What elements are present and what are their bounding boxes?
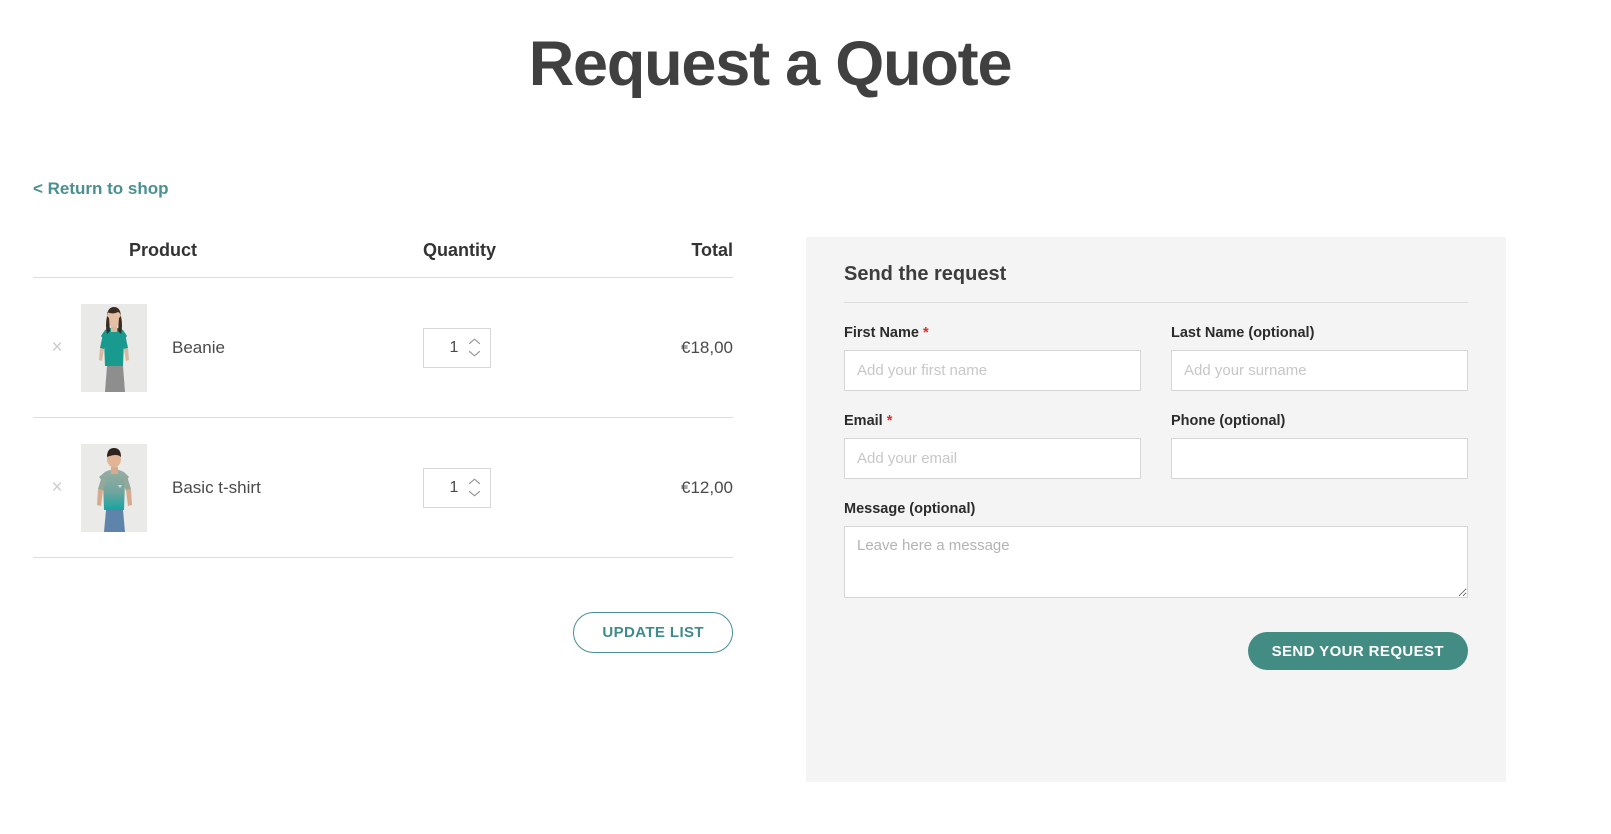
- quantity-cell: 1: [423, 327, 583, 368]
- product-name[interactable]: Beanie: [147, 338, 423, 358]
- column-header-total: Total: [691, 240, 733, 260]
- product-name[interactable]: Basic t-shirt: [147, 478, 423, 498]
- quantity-cell: 1: [423, 467, 583, 508]
- panel-divider: [844, 302, 1468, 303]
- first-name-label: First Name *: [844, 325, 1141, 341]
- submit-button-wrap: SEND YOUR REQUEST: [844, 632, 1468, 670]
- first-name-label-text: First Name: [844, 325, 919, 341]
- table-row: ×: [33, 418, 733, 558]
- remove-item-cell: ×: [33, 478, 81, 498]
- quantity-stepper[interactable]: 1: [423, 327, 491, 368]
- quantity-stepper[interactable]: 1: [423, 467, 491, 508]
- column-header-product: Product: [129, 240, 198, 260]
- line-total: €12,00: [681, 477, 733, 497]
- contact-field-row: Email * Phone (optional): [844, 413, 1468, 479]
- phone-field: Phone (optional): [1171, 413, 1468, 479]
- first-name-field: First Name *: [844, 325, 1141, 391]
- table-header-row: Product Quantity Total: [33, 240, 733, 278]
- last-name-label: Last Name (optional): [1171, 325, 1315, 341]
- last-name-field: Last Name (optional): [1171, 325, 1468, 391]
- chevron-up-icon: [468, 338, 481, 345]
- send-request-panel: Send the request First Name * Last Name …: [806, 237, 1506, 782]
- message-label: Message (optional): [844, 501, 976, 517]
- quote-list-table: Product Quantity Total × Beanie 1 €18,00…: [33, 240, 733, 558]
- last-name-input[interactable]: [1171, 350, 1468, 391]
- product-image[interactable]: [81, 443, 147, 532]
- email-field: Email *: [844, 413, 1141, 479]
- chevron-up-icon: [468, 478, 481, 485]
- product-thumbnail-cell: [81, 443, 147, 532]
- message-textarea[interactable]: [844, 526, 1468, 598]
- column-header-quantity: Quantity: [423, 240, 497, 260]
- return-to-shop-link[interactable]: < Return to shop: [33, 179, 169, 199]
- update-list-button-wrap: UPDATE LIST: [33, 612, 733, 653]
- required-asterisk-icon: *: [886, 413, 893, 429]
- message-field: Message (optional): [844, 501, 1468, 603]
- email-label: Email *: [844, 413, 1141, 429]
- email-label-text: Email: [844, 413, 883, 429]
- product-image[interactable]: [81, 303, 147, 392]
- phone-label: Phone (optional): [1171, 413, 1286, 429]
- remove-item-cell: ×: [33, 338, 81, 358]
- email-input[interactable]: [844, 438, 1141, 479]
- product-thumbnail-cell: [81, 303, 147, 392]
- quantity-arrows[interactable]: [468, 469, 481, 507]
- update-list-button[interactable]: UPDATE LIST: [573, 612, 733, 653]
- table-row: ×: [33, 278, 733, 418]
- chevron-down-icon: [468, 350, 481, 357]
- chevron-down-icon: [468, 490, 481, 497]
- remove-item-icon[interactable]: ×: [51, 337, 62, 358]
- panel-title: Send the request: [844, 263, 1007, 285]
- page-title: Request a Quote: [528, 29, 1013, 99]
- send-request-button[interactable]: SEND YOUR REQUEST: [1247, 632, 1468, 670]
- remove-item-icon[interactable]: ×: [51, 477, 62, 498]
- quantity-arrows[interactable]: [468, 329, 481, 367]
- line-total: €18,00: [681, 337, 733, 357]
- name-field-row: First Name * Last Name (optional): [844, 325, 1468, 391]
- phone-input[interactable]: [1171, 438, 1468, 479]
- required-asterisk-icon: *: [922, 325, 929, 341]
- first-name-input[interactable]: [844, 350, 1141, 391]
